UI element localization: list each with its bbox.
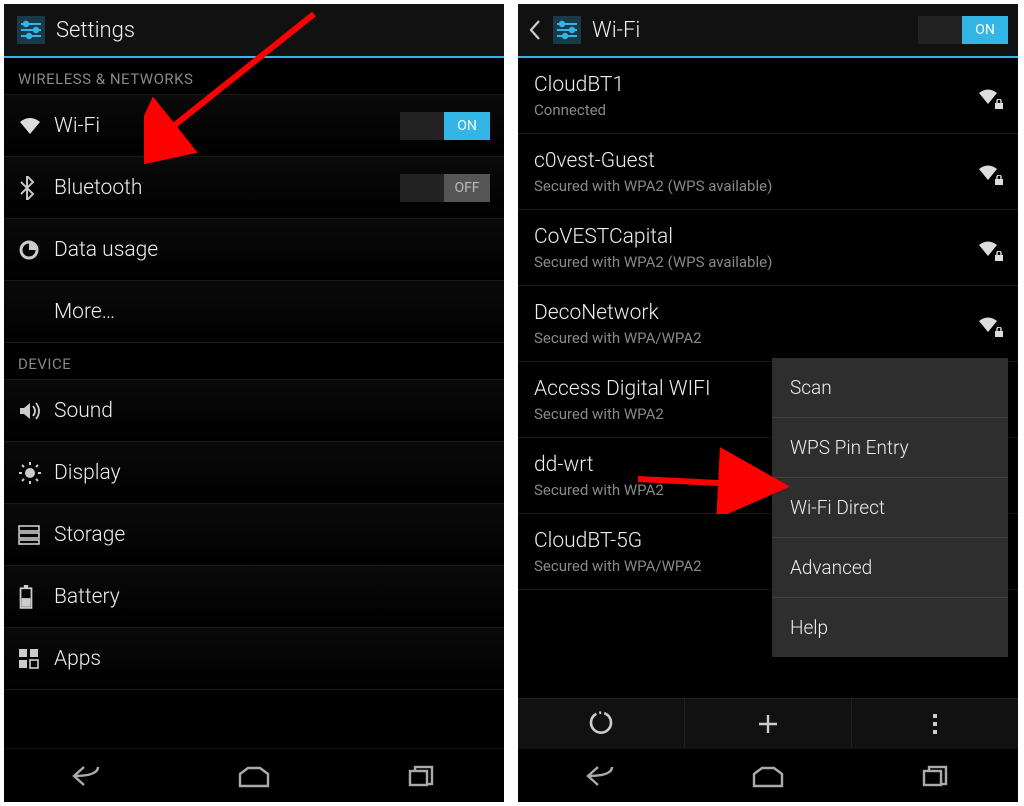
network-name: CloudBT1 [534, 73, 974, 97]
popup-item[interactable]: Wi-Fi Direct [772, 478, 1008, 538]
nav-home-button[interactable] [738, 758, 798, 794]
nav-back-button[interactable] [57, 758, 117, 794]
storage-icon [18, 521, 54, 549]
row-sound[interactable]: Sound [4, 380, 504, 442]
row-more[interactable]: More… [4, 281, 504, 343]
settings-icon [14, 13, 48, 47]
network-row[interactable]: DecoNetwork Secured with WPA/WPA2 [518, 286, 1018, 362]
section-device: DEVICE [4, 343, 504, 380]
wifi-title: Wi-Fi [592, 18, 910, 43]
more-label: More… [18, 300, 490, 324]
network-name: DecoNetwork [534, 301, 974, 325]
wps-button[interactable] [518, 699, 684, 748]
wifi-toggle-label: ON [444, 112, 490, 140]
storage-label: Storage [54, 523, 490, 547]
section-wireless: WIRELESS & NETWORKS [4, 58, 504, 95]
settings-header: Settings [4, 4, 504, 58]
network-status: Secured with WPA2 (WPS available) [534, 253, 974, 271]
wifi-label: Wi-Fi [54, 114, 400, 138]
bluetooth-label: Bluetooth [54, 176, 400, 200]
settings-title: Settings [56, 18, 494, 43]
network-row[interactable]: c0vest-Guest Secured with WPA2 (WPS avai… [518, 134, 1018, 210]
popup-item[interactable]: Scan [772, 358, 1008, 418]
nav-bar [4, 748, 504, 802]
display-icon [18, 459, 54, 487]
row-display[interactable]: Display [4, 442, 504, 504]
row-apps[interactable]: Apps [4, 628, 504, 690]
wifi-master-toggle-label: ON [962, 16, 1008, 44]
wifi-signal-icon [974, 313, 1002, 335]
settings-list: WIRELESS & NETWORKS Wi-Fi ON Bluetooth O… [4, 58, 504, 748]
network-status: Connected [534, 101, 974, 119]
row-data-usage[interactable]: Data usage [4, 219, 504, 281]
wifi-header: Wi-Fi ON [518, 4, 1018, 58]
popup-item[interactable]: Help [772, 598, 1008, 657]
data-usage-icon [18, 236, 54, 264]
battery-icon [18, 583, 54, 611]
apps-label: Apps [54, 647, 490, 671]
back-icon[interactable] [528, 16, 542, 44]
row-wifi[interactable]: Wi-Fi ON [4, 95, 504, 157]
sound-icon [18, 397, 54, 425]
wifi-signal-icon [974, 85, 1002, 107]
network-row[interactable]: CoVESTCapital Secured with WPA2 (WPS ava… [518, 210, 1018, 286]
network-name: CoVESTCapital [534, 225, 974, 249]
row-battery[interactable]: Battery [4, 566, 504, 628]
nav-home-button[interactable] [224, 758, 284, 794]
bluetooth-icon [18, 174, 54, 202]
overflow-popup: ScanWPS Pin EntryWi-Fi DirectAdvancedHel… [772, 358, 1008, 657]
wifi-icon [18, 112, 54, 140]
bluetooth-toggle[interactable]: OFF [400, 174, 490, 202]
settings-screen: Settings WIRELESS & NETWORKS Wi-Fi ON Bl… [4, 4, 504, 802]
wifi-master-toggle[interactable]: ON [918, 16, 1008, 44]
network-row[interactable]: CloudBT1 Connected [518, 58, 1018, 134]
data-usage-label: Data usage [54, 238, 490, 262]
nav-bar [518, 748, 1018, 802]
add-network-button[interactable] [685, 699, 851, 748]
row-storage[interactable]: Storage [4, 504, 504, 566]
nav-recent-button[interactable] [391, 758, 451, 794]
network-status: Secured with WPA2 (WPS available) [534, 177, 974, 195]
nav-back-button[interactable] [571, 758, 631, 794]
wifi-toolbar [518, 698, 1018, 748]
nav-recent-button[interactable] [905, 758, 965, 794]
wifi-toggle[interactable]: ON [400, 112, 490, 140]
sound-label: Sound [54, 399, 490, 423]
network-name: c0vest-Guest [534, 149, 974, 173]
wifi-screen: Wi-Fi ON CloudBT1 Connected c0vest-Guest… [518, 4, 1018, 802]
wifi-signal-icon [974, 237, 1002, 259]
popup-item[interactable]: WPS Pin Entry [772, 418, 1008, 478]
apps-icon [18, 645, 54, 673]
row-bluetooth[interactable]: Bluetooth OFF [4, 157, 504, 219]
popup-item[interactable]: Advanced [772, 538, 1008, 598]
overflow-menu-button[interactable] [852, 699, 1018, 748]
battery-label: Battery [54, 585, 490, 609]
wifi-signal-icon [974, 161, 1002, 183]
settings-icon[interactable] [550, 13, 584, 47]
display-label: Display [54, 461, 490, 485]
network-status: Secured with WPA/WPA2 [534, 329, 974, 347]
bluetooth-toggle-label: OFF [444, 174, 490, 202]
